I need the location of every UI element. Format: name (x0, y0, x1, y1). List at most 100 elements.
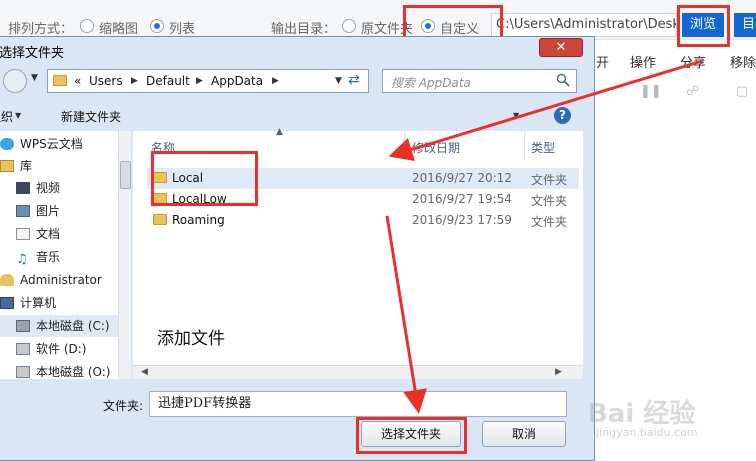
nav-video[interactable]: 视频 (0, 177, 118, 199)
browse-highlight (677, 5, 730, 47)
address-bar[interactable]: « Users ▶ Default ▶ AppData ▶ ▼ ⇄ (47, 69, 369, 93)
nav-drive-c[interactable]: 本地磁盘 (C:) (0, 315, 118, 337)
file-date: 2016/9/27 20:12 (412, 171, 512, 185)
chevron-right-icon[interactable]: ▶ (196, 76, 203, 86)
sort-list-radio[interactable] (150, 19, 164, 33)
column-type[interactable]: 类型 (531, 139, 555, 156)
nav-label: 本地磁盘 (O:) (36, 365, 111, 379)
nav-music[interactable]: ♫ 音乐 (0, 246, 118, 268)
new-folder-button[interactable]: 新建文件夹 (61, 108, 121, 125)
nav-label: 图片 (36, 204, 61, 218)
app-toolbar: 排列方式： 缩略图 列表 输出目录： 原文件夹 自定义 C:\Users\Adm… (0, 0, 756, 40)
document-icon (16, 228, 30, 240)
col-operate: 操作 (630, 56, 657, 71)
sort-indicator-icon: ▲ (276, 127, 283, 137)
back-icon[interactable] (3, 69, 27, 93)
column-separator (524, 131, 525, 161)
pause-icon[interactable]: ❚❚ (640, 84, 662, 100)
folder-name-input[interactable]: 迅捷PDF转换器 (149, 391, 567, 417)
drive-icon (16, 320, 30, 332)
output-label: 输出目录： (271, 22, 337, 37)
annotation-text: 添加文件 (157, 329, 225, 349)
trash-icon[interactable]: ▢ (736, 84, 752, 100)
col-open: 开 (596, 56, 610, 71)
search-placeholder: 搜索 AppData (391, 76, 471, 90)
nav-label: 音乐 (36, 250, 61, 264)
scroll-left-icon[interactable]: ◀ (141, 367, 148, 377)
nav-label: 视频 (36, 181, 61, 195)
nav-label: 文档 (36, 227, 61, 241)
folder-icon (53, 75, 67, 86)
cancel-button[interactable]: 取消 (482, 421, 566, 447)
select-button-highlight (356, 417, 467, 454)
col-remove: 移除 (730, 56, 756, 71)
drive-icon (16, 366, 30, 378)
help-icon[interactable]: ? (554, 107, 571, 124)
crumb-default[interactable]: Default (146, 74, 190, 88)
music-icon: ♫ (16, 252, 28, 267)
dialog-footer: 文件夹: 迅捷PDF转换器 选择文件夹 取消 (0, 379, 594, 461)
cloud-icon (0, 138, 14, 150)
file-date: 2016/9/23 17:59 (412, 213, 512, 227)
file-name: Roaming (172, 213, 225, 227)
file-row[interactable]: Roaming 2016/9/23 17:59 文件夹 (147, 210, 579, 231)
search-icon[interactable] (556, 73, 570, 87)
file-type: 文件夹 (531, 173, 568, 187)
command-bar: 组织 ▼ 新建文件夹 ▼ ? (0, 103, 594, 129)
video-icon (16, 182, 30, 194)
close-button[interactable]: ✕ (539, 38, 583, 57)
refresh-icon[interactable]: ⇄ (348, 72, 360, 88)
view-icon[interactable]: ▼ (513, 111, 519, 120)
horizontal-scrollbar[interactable]: ◀ ▶ (133, 365, 583, 379)
sort-thumbnail-label[interactable]: 缩略图 (99, 18, 138, 37)
nav-library[interactable]: 库 (0, 155, 118, 177)
user-icon (0, 274, 14, 286)
chevron-down-icon[interactable]: ▼ (335, 76, 342, 86)
output-path-field[interactable]: C:\Users\Administrator\Deskto (491, 13, 677, 37)
scroll-right-icon[interactable]: ▶ (555, 367, 562, 377)
search-input[interactable]: 搜索 AppData (382, 69, 577, 93)
nav-drive-o[interactable]: 本地磁盘 (O:) (0, 361, 118, 379)
local-folders-highlight (151, 151, 258, 206)
output-original-radio[interactable] (342, 19, 356, 33)
crumb-users[interactable]: Users (89, 74, 123, 88)
nav-administrator[interactable]: Administrator (0, 269, 118, 291)
address-prefix[interactable]: « (74, 74, 81, 88)
chevron-right-icon[interactable]: ▶ (131, 76, 138, 86)
dialog-titlebar: 选择文件夹 ✕ (0, 37, 594, 61)
navigation-pane: WPS云文档 库 视频 图片 文档 ♫ 音乐 Administrator 计算机 … (0, 131, 131, 379)
watermark-url: jingyan.baidu.com (596, 426, 698, 439)
nav-label: 软件 (D:) (36, 342, 87, 356)
folder-icon (153, 214, 167, 225)
chevron-down-icon[interactable]: ▼ (15, 111, 21, 120)
navigation-row: ▼ « Users ▶ Default ▶ AppData ▶ ▼ ⇄ 搜索 A… (0, 65, 594, 97)
crumb-appdata[interactable]: AppData (211, 74, 263, 88)
sort-thumbnail-radio[interactable] (80, 19, 94, 33)
column-separator (404, 131, 405, 161)
watermark-logo: Bai 经验 (588, 399, 696, 429)
nav-drive-d[interactable]: 软件 (D:) (0, 338, 118, 360)
edge-button[interactable]: 目 (734, 13, 756, 37)
sort-label: 排列方式： (8, 22, 74, 37)
select-folder-dialog: 选择文件夹 ✕ ▼ « Users ▶ Default ▶ AppData ▶ … (0, 36, 595, 461)
file-date: 2016/9/27 19:54 (412, 192, 512, 206)
nav-pictures[interactable]: 图片 (0, 200, 118, 222)
history-dropdown-icon[interactable]: ▼ (31, 73, 38, 83)
file-type: 文件夹 (531, 194, 568, 208)
sort-list-label[interactable]: 列表 (169, 18, 195, 37)
column-date[interactable]: 修改日期 (412, 139, 460, 156)
nav-label: 本地磁盘 (C:) (36, 319, 110, 333)
chevron-right-icon[interactable]: ▶ (272, 76, 279, 86)
nav-wps-cloud[interactable]: WPS云文档 (0, 133, 118, 155)
nav-computer[interactable]: 计算机 (0, 292, 118, 314)
library-icon (0, 160, 14, 172)
computer-icon (0, 297, 14, 309)
share-icon[interactable]: ☍ (686, 84, 702, 100)
nav-documents[interactable]: 文档 (0, 223, 118, 245)
nav-scrollbar[interactable] (118, 131, 131, 379)
nav-label: Administrator (20, 273, 102, 287)
organize-menu[interactable]: 组织 (0, 108, 13, 125)
nav-label: 库 (20, 159, 33, 173)
scroll-thumb[interactable] (120, 161, 131, 189)
col-share: 分享 (680, 56, 707, 71)
